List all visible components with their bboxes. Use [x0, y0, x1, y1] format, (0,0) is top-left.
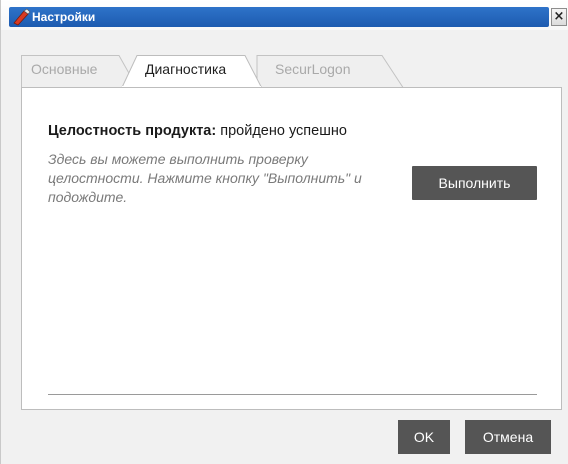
integrity-status: Целостность продукта: пройдено успешно — [48, 123, 347, 139]
cancel-button[interactable]: Отмена — [465, 420, 551, 454]
diagnostics-panel: Целостность продукта: пройдено успешно З… — [21, 87, 562, 410]
tab-securlogon-label: SecurLogon — [275, 61, 351, 77]
panel-divider — [48, 394, 537, 395]
close-icon: × — [553, 9, 565, 24]
tab-general-label: Основные — [31, 61, 98, 77]
tab-securlogon[interactable]: SecurLogon — [247, 54, 407, 88]
integrity-status-label: Целостность продукта: — [48, 123, 217, 139]
close-button[interactable]: × — [551, 8, 567, 26]
tab-diagnostics-label: Диагностика — [145, 61, 227, 77]
red-tool-icon — [13, 8, 31, 26]
integrity-hint: Здесь вы можете выполнить проверку целос… — [48, 151, 362, 205]
integrity-status-value: пройдено успешно — [220, 123, 347, 139]
settings-dialog: Настройки × Основные SecurLogon Диагност… — [0, 0, 568, 464]
title-bar: Настройки × — [1, 0, 568, 30]
ok-button[interactable]: OK — [398, 420, 450, 454]
tab-strip: Основные SecurLogon Диагностика — [21, 54, 561, 89]
tab-general[interactable]: Основные — [21, 54, 138, 88]
run-check-button[interactable]: Выполнить — [412, 166, 537, 200]
tab-diagnostics[interactable]: Диагностика — [121, 54, 263, 89]
window-title: Настройки — [32, 10, 96, 24]
